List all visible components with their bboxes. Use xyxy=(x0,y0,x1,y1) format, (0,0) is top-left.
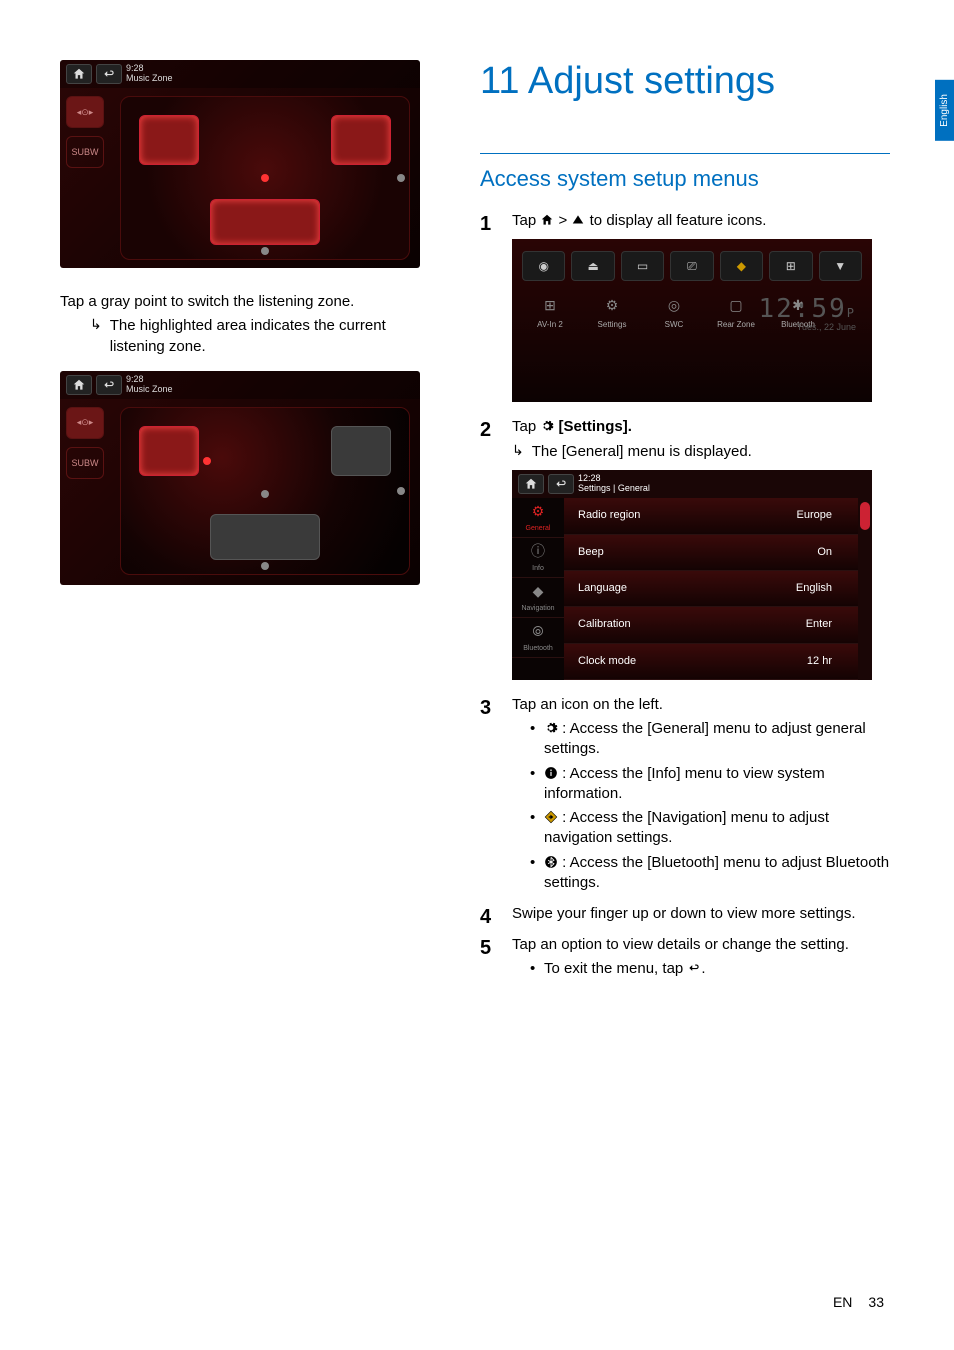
subwoofer-icon: SUBW xyxy=(66,447,104,479)
home-icon xyxy=(66,375,92,395)
step-3: Tap an icon on the left. : Access the [G… xyxy=(480,694,890,893)
zone-dot-center xyxy=(203,457,211,465)
swc-icon: ◎ xyxy=(646,293,702,319)
av-in-icon: ⊞ xyxy=(522,293,578,319)
av-icon: ⊞ xyxy=(769,251,812,281)
language-tab: English xyxy=(935,80,954,141)
balance-icon: ◂⊙▸ xyxy=(66,407,104,439)
info-icon: ⓘ xyxy=(531,542,545,562)
down-arrow-icon: ▼ xyxy=(819,251,862,281)
rear-zone-icon: ▢ xyxy=(708,293,764,319)
result-arrow-icon: ↳ xyxy=(90,316,102,357)
nav-icon xyxy=(544,810,558,824)
intro-sub: The highlighted area indicates the curre… xyxy=(110,316,440,357)
home-icon xyxy=(66,64,92,84)
bluetooth-icon xyxy=(544,855,558,869)
gear-icon xyxy=(540,419,554,433)
zone-dot-bottom xyxy=(261,247,269,255)
music-zone-screenshot-2: 9:28 Music Zone ◂⊙▸ SUBW xyxy=(60,371,420,585)
home-icon xyxy=(540,213,554,227)
page-footer: EN33 xyxy=(833,1294,884,1310)
back-icon xyxy=(548,474,574,494)
nav-icon: ◆ xyxy=(533,582,544,602)
step-5: Tap an option to view details or change … xyxy=(480,934,890,979)
settings-row: BeepOn xyxy=(564,535,872,571)
divider xyxy=(480,153,890,154)
balance-icon: ◂⊙▸ xyxy=(66,96,104,128)
info-icon xyxy=(544,766,558,780)
music-zone-screenshot-1: 9:28 Music Zone ◂⊙▸ SUBW xyxy=(60,60,420,268)
gear-icon: ⚙ xyxy=(532,502,545,522)
settings-row: CalibrationEnter xyxy=(564,607,872,643)
sd-icon: ▭ xyxy=(621,251,664,281)
header-title: Music Zone xyxy=(126,74,173,84)
eject-icon: ⏏ xyxy=(571,251,614,281)
tab-bluetooth: ⦾Bluetooth xyxy=(512,618,564,658)
up-arrow-icon xyxy=(571,213,585,227)
gear-icon xyxy=(544,721,558,735)
settings-general-screenshot: 12:28 Settings | General ⚙General ⓘInfo … xyxy=(512,470,872,680)
date-display: Tues., 22 June xyxy=(797,321,856,334)
tab-general: ⚙General xyxy=(512,498,564,538)
zone-dot-center xyxy=(261,174,269,182)
feature-icons-screenshot: ◉ ⏏ ▭ ⎚ ◆ ⊞ ▼ ⊞ AV-In 2 ⚙ xyxy=(512,239,872,402)
section-title: Access system setup menus xyxy=(480,166,890,192)
usb-icon: ⎚ xyxy=(670,251,713,281)
intro-text: Tap a gray point to switch the listening… xyxy=(60,292,440,312)
chapter-title: 11 Adjust settings xyxy=(480,60,890,103)
nav-diamond-icon: ◆ xyxy=(720,251,763,281)
scrollbar xyxy=(858,498,872,680)
gear-icon: ⚙ xyxy=(584,293,640,319)
back-icon xyxy=(687,961,701,975)
settings-row: Radio regionEurope xyxy=(564,498,872,534)
subwoofer-icon: SUBW xyxy=(66,136,104,168)
step-1: Tap > to display all feature icons. ◉ ⏏ … xyxy=(480,210,890,402)
bluetooth-icon: ⦾ xyxy=(532,622,543,642)
step-2: Tap [Settings]. ↳ The [General] menu is … xyxy=(480,416,890,680)
tab-info: ⓘInfo xyxy=(512,538,564,578)
tab-navigation: ◆Navigation xyxy=(512,578,564,618)
home-icon xyxy=(518,474,544,494)
disc-icon: ◉ xyxy=(522,251,565,281)
settings-row: LanguageEnglish xyxy=(564,571,872,607)
back-icon xyxy=(96,64,122,84)
back-icon xyxy=(96,375,122,395)
settings-row: Clock mode12 hr xyxy=(564,644,872,680)
step-4: Swipe your finger up or down to view mor… xyxy=(480,903,890,924)
zone-dot-right xyxy=(397,174,405,182)
